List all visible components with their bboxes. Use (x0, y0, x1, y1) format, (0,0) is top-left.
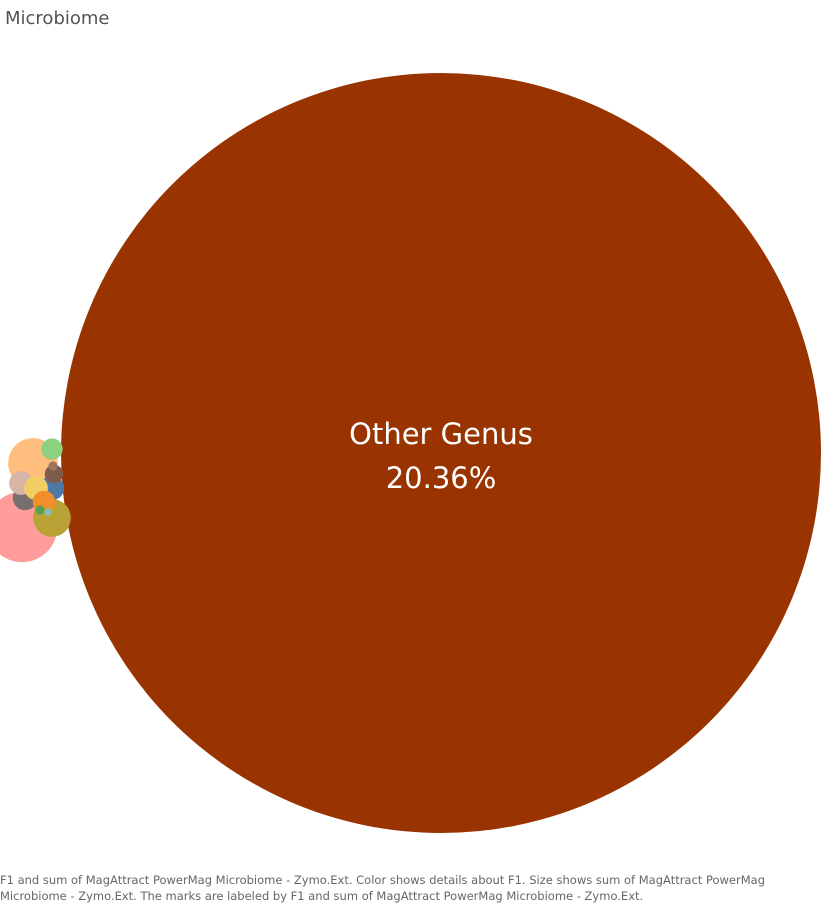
bubble-label-value: 20.36% (386, 461, 497, 495)
bubble-13[interactable] (44, 508, 52, 516)
bubble-9[interactable] (41, 438, 63, 460)
bubble-other-genus[interactable] (61, 73, 821, 833)
bubble-label-name: Other Genus (349, 417, 533, 451)
chart-caption: F1 and sum of MagAttract PowerMag Microb… (0, 873, 766, 903)
bubble-11[interactable] (48, 461, 58, 471)
bubble-chart[interactable]: Other Genus 20.36% (0, 0, 821, 870)
bubble-12[interactable] (35, 505, 45, 515)
